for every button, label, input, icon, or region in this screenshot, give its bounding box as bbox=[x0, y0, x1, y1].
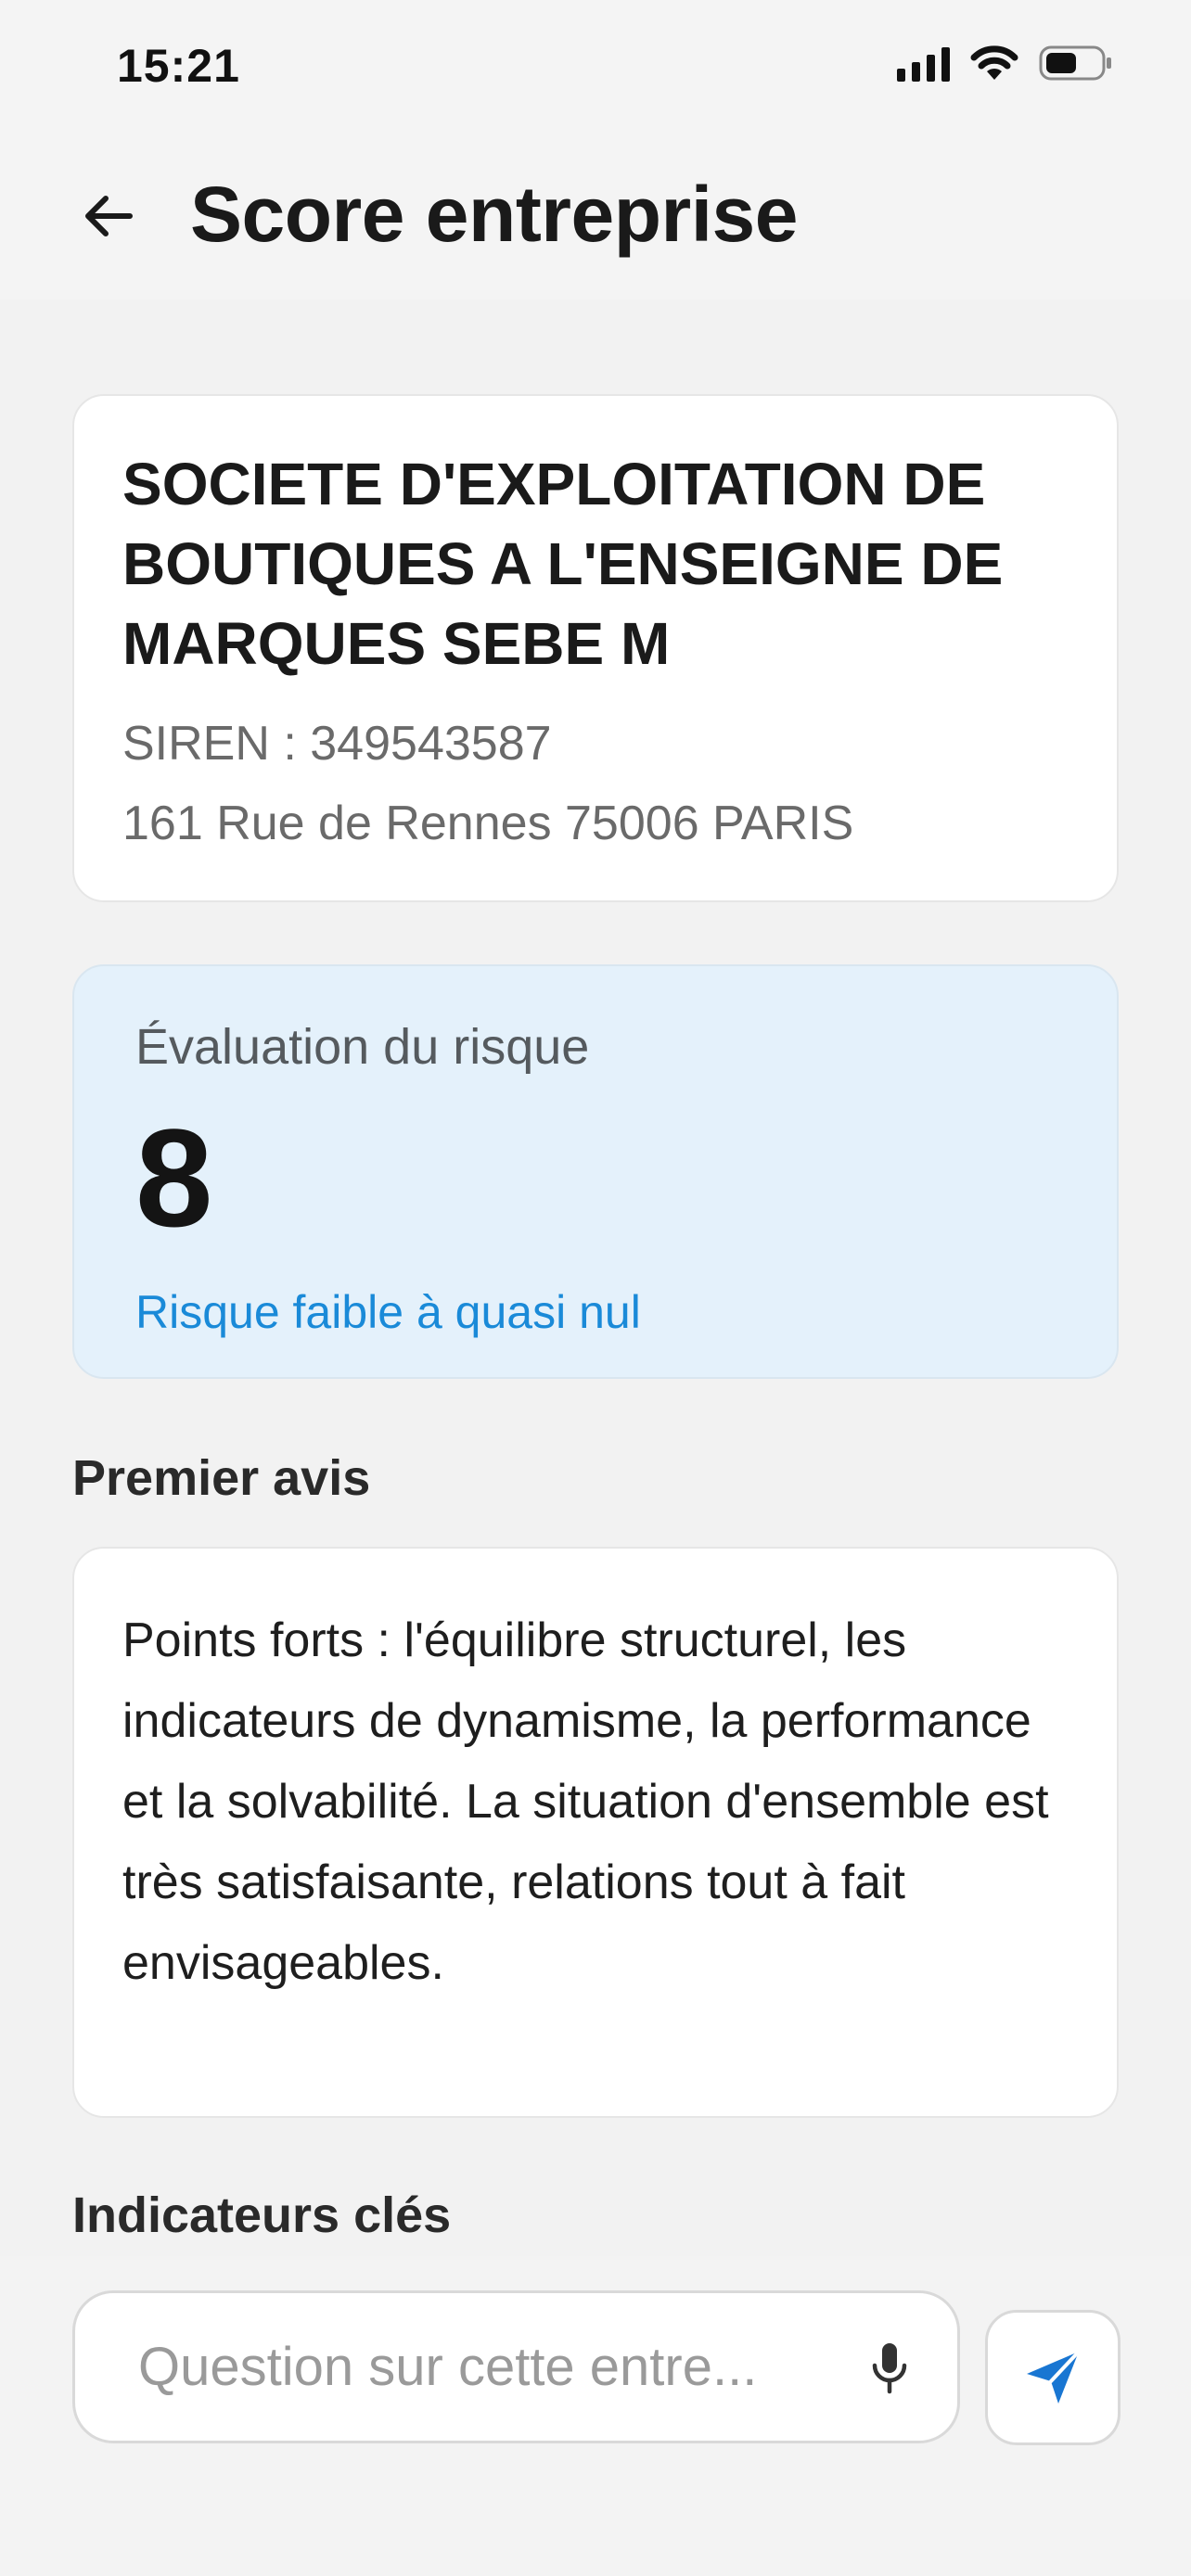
status-bar: 15:21 bbox=[0, 0, 1191, 134]
company-name: SOCIETE D'EXPLOITATION DE BOUTIQUES A L'… bbox=[122, 451, 1004, 677]
arrow-left-icon bbox=[85, 196, 133, 236]
app-header: Score entreprise bbox=[0, 134, 1191, 300]
premier-avis-text: Points forts : l'équilibre structurel, l… bbox=[122, 1613, 1049, 1990]
content-scroll-area[interactable]: SOCIETE D'EXPLOITATION DE BOUTIQUES A L'… bbox=[0, 300, 1191, 2256]
status-icons bbox=[897, 45, 1113, 82]
cellular-signal-icon bbox=[897, 45, 950, 82]
question-input-container[interactable] bbox=[72, 2290, 960, 2443]
risk-description: Risque faible à quasi nul bbox=[135, 1286, 641, 1338]
microphone-button[interactable] bbox=[857, 2336, 922, 2401]
company-address: 161 Rue de Rennes 75006 PARIS bbox=[122, 797, 854, 850]
status-time: 15:21 bbox=[117, 40, 240, 92]
send-button[interactable] bbox=[985, 2310, 1121, 2445]
premier-avis-card: Points forts : l'équilibre structurel, l… bbox=[72, 1547, 1119, 2118]
battery-icon bbox=[1039, 45, 1113, 82]
indicateurs-cles-title: Indicateurs clés bbox=[72, 2187, 452, 2243]
page-title: Score entreprise bbox=[190, 171, 798, 258]
chat-input-bar bbox=[0, 2256, 1191, 2576]
back-button[interactable] bbox=[65, 173, 150, 259]
question-input[interactable] bbox=[138, 2293, 862, 2441]
microphone-icon bbox=[872, 2343, 907, 2394]
risk-evaluation-card: Évaluation du risque 8 Risque faible à q… bbox=[72, 964, 1119, 1379]
risk-label: Évaluation du risque bbox=[135, 1019, 590, 1075]
wifi-icon bbox=[970, 45, 1018, 82]
send-icon bbox=[1027, 2350, 1081, 2404]
premier-avis-title: Premier avis bbox=[72, 1450, 371, 1506]
company-siren: SIREN : 349543587 bbox=[122, 717, 552, 771]
app-screen: 15:21 Score entreprise SOCIETE D'EXPLOIT… bbox=[0, 0, 1191, 2576]
risk-score: 8 bbox=[135, 1100, 213, 1256]
company-card: SOCIETE D'EXPLOITATION DE BOUTIQUES A L'… bbox=[72, 394, 1119, 902]
